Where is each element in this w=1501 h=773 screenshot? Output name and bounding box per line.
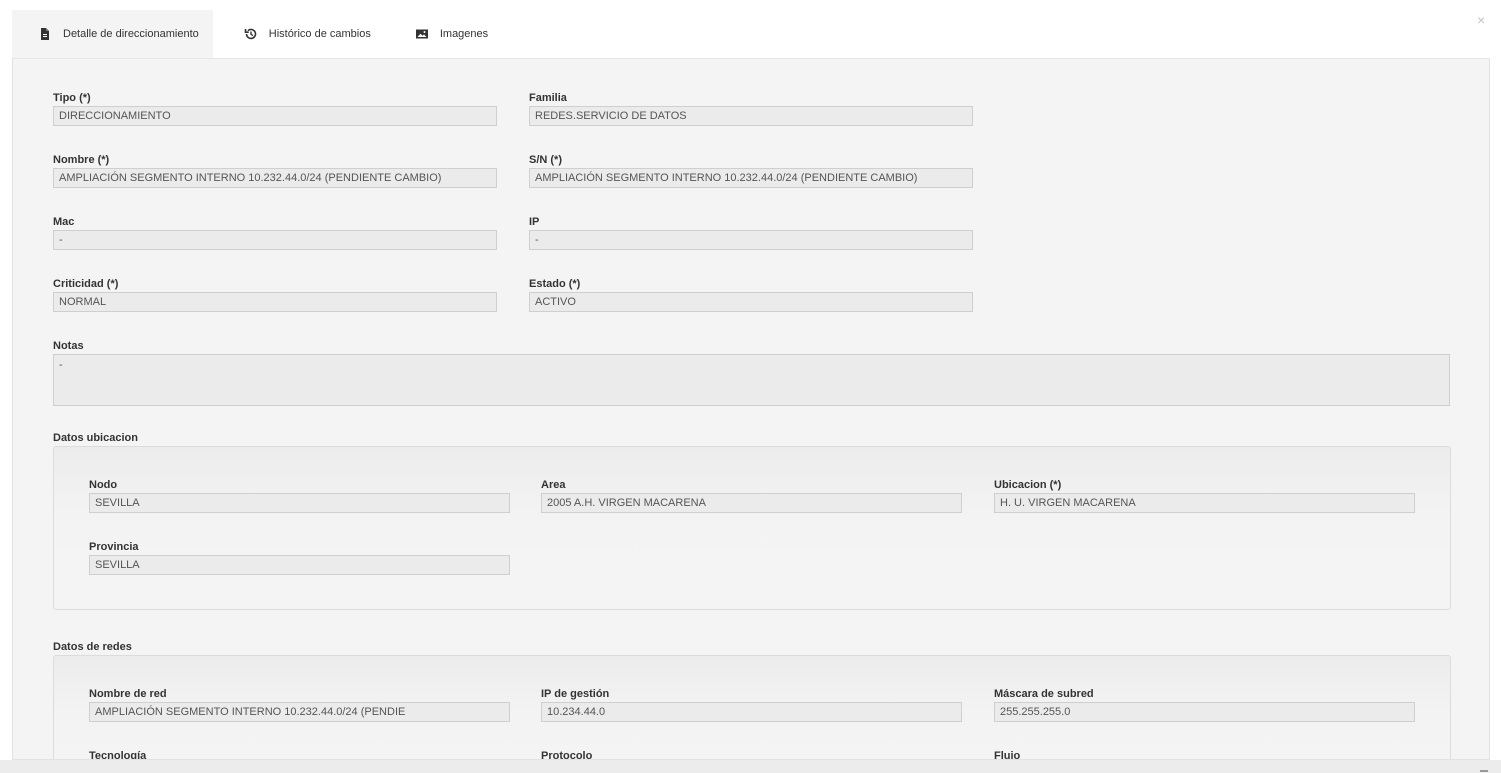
area-field: Area 2005 A.H. VIRGEN MACARENA: [541, 478, 962, 513]
sn-input[interactable]: AMPLIACIÓN SEGMENTO INTERNO 10.232.44.0/…: [529, 168, 973, 188]
ubicacion-group: [53, 446, 1451, 610]
flujo-field: Flujo: [994, 749, 1415, 760]
criticidad-label: Criticidad (*): [53, 278, 119, 290]
tecnologia-label: Tecnología: [89, 750, 147, 760]
nodo-input[interactable]: SEVILLA: [89, 493, 510, 513]
estado-label: Estado (*): [529, 278, 581, 290]
mascara-label: Máscara de subred: [994, 688, 1094, 700]
ubicacion-field: Ubicacion (*) H. U. VIRGEN MACARENA: [994, 478, 1415, 513]
sn-label: S/N (*): [529, 154, 562, 166]
provincia-field: Provincia SEVILLA: [89, 540, 510, 575]
tab-bar: Detalle de direccionamiento Histórico de…: [12, 10, 1490, 58]
redes-section-title: Datos de redes: [53, 641, 132, 653]
detail-modal: × Detalle de direccionamiento Histórico …: [0, 0, 1501, 773]
detail-panel: Tipo (*) DIRECCIONAMIENTO Familia REDES.…: [12, 58, 1490, 760]
mac-input[interactable]: -: [53, 230, 497, 250]
resize-handle[interactable]: [1480, 770, 1488, 772]
area-label: Area: [541, 479, 566, 491]
tab-detalle-label: Detalle de direccionamiento: [63, 28, 199, 40]
image-icon: [415, 27, 429, 41]
ip-gestion-label: IP de gestión: [541, 688, 610, 700]
familia-input[interactable]: REDES.SERVICIO DE DATOS: [529, 106, 973, 126]
sn-field: S/N (*) AMPLIACIÓN SEGMENTO INTERNO 10.2…: [529, 153, 973, 188]
tipo-input[interactable]: DIRECCIONAMIENTO: [53, 106, 497, 126]
history-icon: [244, 27, 258, 41]
nombre-red-input[interactable]: AMPLIACIÓN SEGMENTO INTERNO 10.232.44.0/…: [89, 702, 510, 722]
tab-detalle[interactable]: Detalle de direccionamiento: [12, 10, 213, 58]
familia-label: Familia: [529, 92, 567, 104]
nodo-field: Nodo SEVILLA: [89, 478, 510, 513]
notas-label: Notas: [53, 340, 84, 352]
nombre-input[interactable]: AMPLIACIÓN SEGMENTO INTERNO 10.232.44.0/…: [53, 168, 497, 188]
nombre-red-field: Nombre de red AMPLIACIÓN SEGMENTO INTERN…: [89, 687, 510, 722]
bottom-scroll-area: [0, 760, 1501, 773]
tab-imagenes[interactable]: Imagenes: [385, 10, 502, 58]
ip-label: IP: [529, 216, 540, 228]
ip-input[interactable]: -: [529, 230, 973, 250]
tecnologia-field: Tecnología: [89, 749, 510, 760]
area-input[interactable]: 2005 A.H. VIRGEN MACARENA: [541, 493, 962, 513]
protocolo-label: Protocolo: [541, 750, 593, 760]
estado-input[interactable]: ACTIVO: [529, 292, 973, 312]
ip-field: IP -: [529, 215, 973, 250]
criticidad-input[interactable]: NORMAL: [53, 292, 497, 312]
ubicacion-input[interactable]: H. U. VIRGEN MACARENA: [994, 493, 1415, 513]
criticidad-field: Criticidad (*) NORMAL: [53, 277, 497, 312]
ubicacion-section-title: Datos ubicacion: [53, 432, 138, 444]
nombre-field: Nombre (*) AMPLIACIÓN SEGMENTO INTERNO 1…: [53, 153, 497, 188]
document-icon: [38, 27, 52, 41]
tipo-label: Tipo (*): [53, 92, 91, 104]
ip-gestion-field: IP de gestión 10.234.44.0: [541, 687, 962, 722]
protocolo-field: Protocolo: [541, 749, 962, 760]
nodo-label: Nodo: [89, 479, 118, 491]
tab-historico[interactable]: Histórico de cambios: [213, 10, 385, 58]
ip-gestion-input[interactable]: 10.234.44.0: [541, 702, 962, 722]
mascara-field: Máscara de subred 255.255.255.0: [994, 687, 1415, 722]
flujo-label: Flujo: [994, 750, 1021, 760]
mac-label: Mac: [53, 216, 75, 228]
nombre-label: Nombre (*): [53, 154, 110, 166]
mac-field: Mac -: [53, 215, 497, 250]
mascara-input[interactable]: 255.255.255.0: [994, 702, 1415, 722]
tab-historico-label: Histórico de cambios: [268, 28, 371, 40]
tipo-field: Tipo (*) DIRECCIONAMIENTO: [53, 91, 497, 126]
tab-imagenes-label: Imagenes: [439, 28, 489, 40]
notas-field: Notas -: [53, 339, 1450, 406]
provincia-label: Provincia: [89, 541, 139, 553]
ubicacion-label: Ubicacion (*): [994, 479, 1062, 491]
familia-field: Familia REDES.SERVICIO DE DATOS: [529, 91, 973, 126]
provincia-input[interactable]: SEVILLA: [89, 555, 510, 575]
estado-field: Estado (*) ACTIVO: [529, 277, 973, 312]
notas-textarea[interactable]: -: [53, 354, 1450, 406]
nombre-red-label: Nombre de red: [89, 688, 167, 700]
